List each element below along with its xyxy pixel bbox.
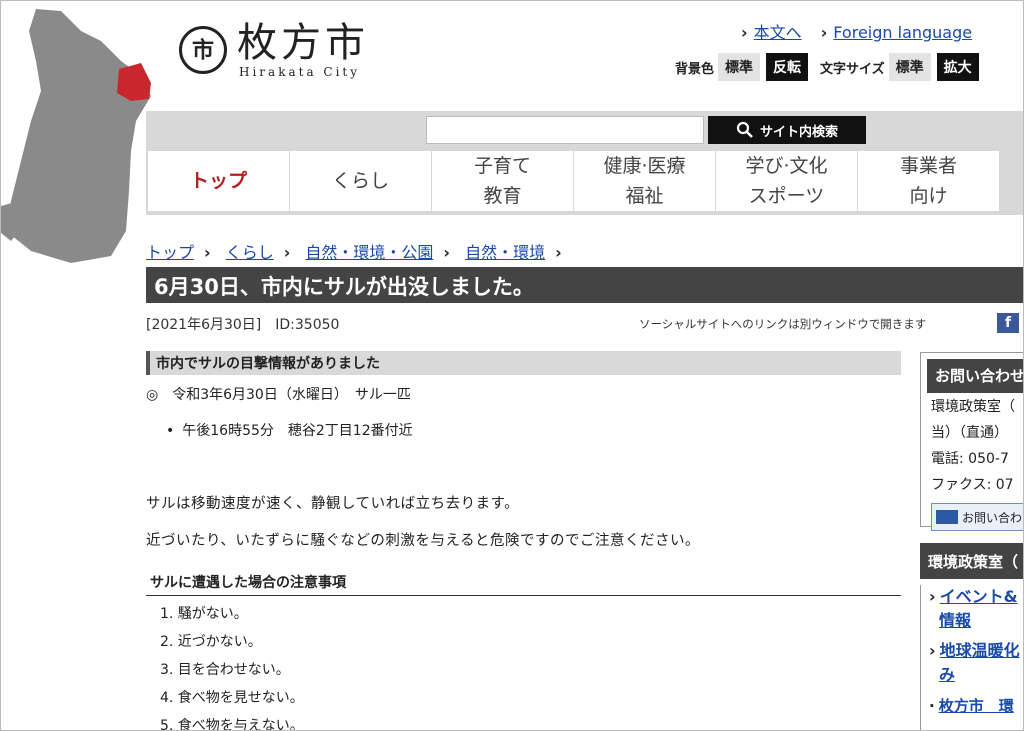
accessibility-toggles: 背景色 標準 反転 文字サイズ 標準 拡大 bbox=[675, 53, 979, 81]
osaka-map-graphic bbox=[1, 9, 151, 263]
page-title: 6月30日、市内にサルが出没しました。 bbox=[146, 267, 1023, 303]
dept-link[interactable]: › イベント& 情報 bbox=[929, 585, 1023, 633]
sighting-detail: 午後16時55分 穂谷2丁目12番付近 bbox=[166, 420, 901, 440]
font-size-label: 文字サイズ bbox=[820, 61, 885, 77]
breadcrumb-link[interactable]: トップ bbox=[146, 243, 194, 262]
city-logo[interactable]: 市 枚方市 Hirakata City bbox=[179, 21, 369, 79]
skip-to-main-link[interactable]: 本文へ bbox=[754, 23, 802, 42]
main-content: 市内でサルの目撃情報がありました ◎ 令和3年6月30日（水曜日） サル一匹 午… bbox=[146, 351, 901, 731]
bg-color-label: 背景色 bbox=[675, 61, 715, 77]
paragraph: サルは移動速度が速く、静観していれば立ち去ります。 bbox=[146, 496, 520, 512]
page-meta: [2021年6月30日] ID:35050 bbox=[146, 317, 340, 333]
dept-box: 環境政策室（ › イベント& 情報 › 地球温暖化み · 枚方市 環 bbox=[920, 543, 1023, 730]
list-item: 1. 騒がない。 bbox=[160, 606, 248, 622]
search-input[interactable] bbox=[426, 116, 704, 144]
list-item: 2. 近づかない。 bbox=[160, 634, 262, 650]
global-nav: トップ くらし 子育て 教育 健康·医療 福祉 学び·文化 スポーツ 事業者 向け bbox=[146, 149, 1023, 215]
bg-standard-button[interactable]: 標準 bbox=[718, 53, 761, 81]
contact-line: 環境政策室（ bbox=[931, 399, 1015, 415]
chevron-right-icon: › bbox=[443, 243, 451, 262]
section-heading: 市内でサルの目撃情報がありました bbox=[146, 351, 901, 375]
chevron-right-icon: › bbox=[555, 243, 562, 262]
breadcrumb-link[interactable]: くらし bbox=[226, 243, 274, 262]
inquiry-button[interactable]: お問い合わ bbox=[931, 503, 1023, 531]
chevron-right-icon: › bbox=[204, 243, 211, 262]
contact-heading: お問い合わせ bbox=[927, 359, 1023, 393]
list-item: 5. 食べ物を与えない。 bbox=[160, 718, 304, 731]
search-bar: サイト内検索 bbox=[146, 111, 1023, 149]
contact-line: 電話: 050-7 bbox=[931, 451, 1009, 467]
breadcrumb-link[interactable]: 自然・環境 bbox=[465, 243, 545, 262]
subsection-heading: サルに遭遇した場合の注意事項 bbox=[146, 572, 901, 596]
dept-sub-link[interactable]: · 枚方市 環 bbox=[929, 695, 1023, 716]
contact-line: ファクス: 07 bbox=[931, 477, 1014, 493]
nav-health[interactable]: 健康·医療 福祉 bbox=[574, 151, 715, 211]
chevron-right-icon: › bbox=[929, 587, 936, 606]
nav-business[interactable]: 事業者 向け bbox=[858, 151, 999, 211]
nav-top[interactable]: トップ bbox=[148, 151, 289, 211]
paragraph: 近づいたり、いたずらに騒ぐなどの刺激を与えると危険ですのでご注意ください。 bbox=[146, 533, 700, 549]
social-note: ソーシャルサイトへのリンクは別ウィンドウで開きます bbox=[639, 317, 927, 331]
search-button[interactable]: サイト内検索 bbox=[708, 116, 866, 144]
contact-box: お問い合わせ 環境政策室（ 当）（直通） 電話: 050-7 ファクス: 07 … bbox=[920, 352, 1023, 531]
nav-kurashi[interactable]: くらし bbox=[290, 151, 431, 211]
sighting-date: ◎ 令和3年6月30日（水曜日） サル一匹 bbox=[146, 387, 411, 403]
logo-name-en: Hirakata City bbox=[239, 65, 361, 79]
foreign-language-link[interactable]: Foreign language bbox=[833, 23, 972, 42]
bg-invert-button[interactable]: 反転 bbox=[766, 53, 809, 81]
breadcrumb-link[interactable]: 自然・環境・公園 bbox=[305, 243, 433, 262]
breadcrumb: トップ › くらし › 自然・環境・公園 › 自然・環境 › bbox=[146, 239, 572, 263]
browser-page: 市 枚方市 Hirakata City › 本文へ › Foreign langua… bbox=[0, 0, 1024, 731]
chevron-right-icon: › bbox=[929, 641, 936, 660]
dept-link[interactable]: › 地球温暖化み bbox=[929, 639, 1023, 687]
search-icon bbox=[736, 121, 753, 138]
font-large-button[interactable]: 拡大 bbox=[936, 53, 979, 81]
nav-culture[interactable]: 学び·文化 スポーツ bbox=[716, 151, 857, 211]
font-standard-button[interactable]: 標準 bbox=[888, 53, 931, 81]
chevron-right-icon: › bbox=[283, 243, 291, 262]
chevron-right-icon: › bbox=[741, 23, 748, 42]
caution-list: 1. 騒がない。 2. 近づかない。 3. 目を合わせない。 4. 食べ物を見せ… bbox=[160, 600, 901, 731]
list-item: 3. 目を合わせない。 bbox=[160, 662, 290, 678]
list-item: 4. 食べ物を見せない。 bbox=[160, 690, 304, 706]
chevron-right-icon: › bbox=[820, 23, 828, 42]
dept-heading: 環境政策室（ bbox=[920, 543, 1023, 579]
city-emblem-icon: 市 bbox=[179, 26, 227, 74]
top-links: › 本文へ › Foreign language bbox=[737, 19, 972, 43]
envelope-icon bbox=[936, 510, 958, 524]
nav-childcare[interactable]: 子育て 教育 bbox=[432, 151, 573, 211]
facebook-icon[interactable]: f bbox=[997, 313, 1019, 333]
contact-line: 当）（直通） bbox=[931, 425, 1008, 441]
logo-name-jp: 枚方市 bbox=[237, 20, 369, 66]
